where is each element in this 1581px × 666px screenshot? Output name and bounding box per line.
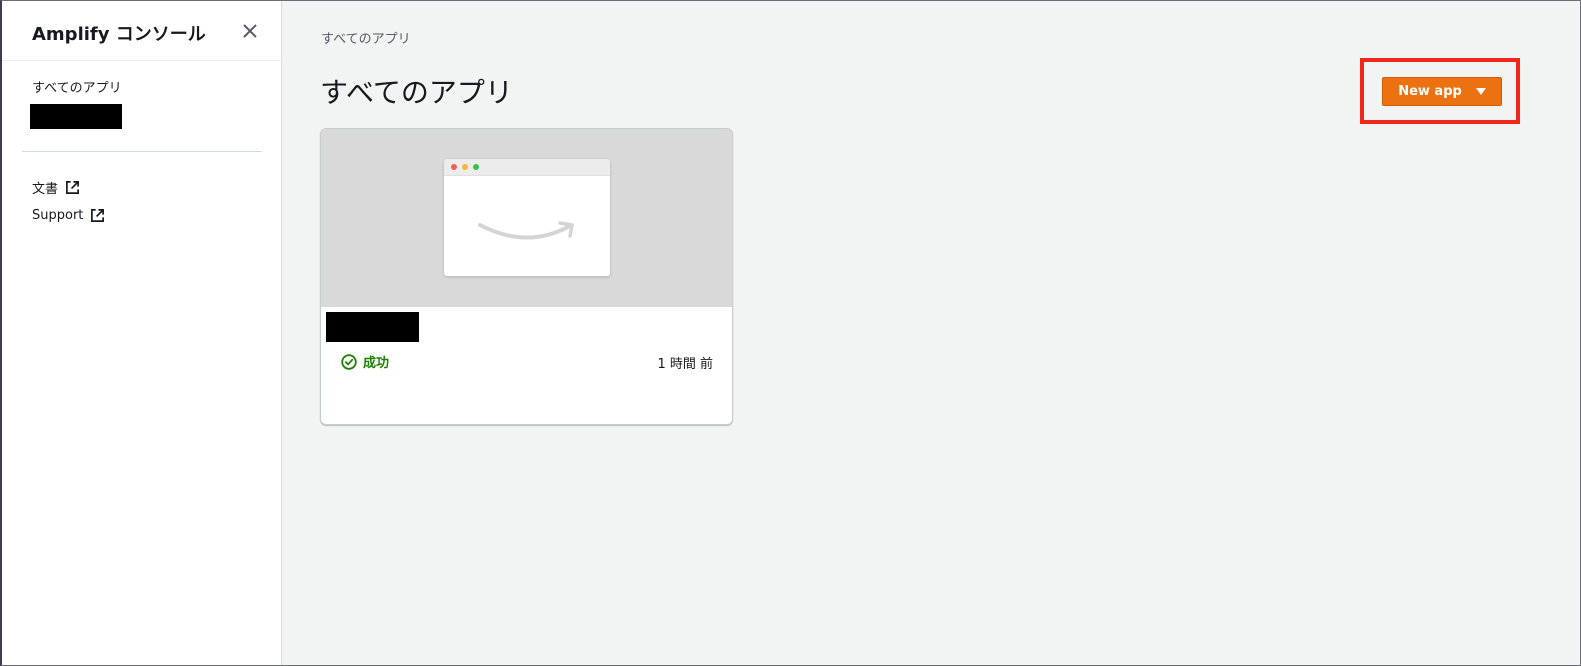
redacted-app-name[interactable] (30, 104, 122, 129)
sidebar-link-support-label: Support (32, 208, 84, 223)
sidebar-link-docs[interactable]: 文書 (32, 178, 80, 197)
new-app-button[interactable]: New app (1382, 77, 1502, 106)
sidebar-link-support[interactable]: Support (32, 208, 105, 223)
status-text: 成功 (363, 356, 390, 371)
sidebar-link-docs-label: 文書 (32, 182, 59, 197)
main-content: すべてのアプリ すべてのアプリ New app 成功 1 時間 前 (282, 1, 1580, 665)
breadcrumb[interactable]: すべてのアプリ (321, 28, 411, 47)
status-badge: 成功 (341, 352, 389, 371)
yellow-dot-icon (462, 164, 468, 170)
close-navigation-button[interactable] (240, 21, 260, 41)
side-navigation: Amplify コンソール すべてのアプリ 文書 Support (2, 1, 282, 665)
green-dot-icon (473, 164, 479, 170)
app-card-preview (321, 129, 732, 307)
browser-titlebar (444, 159, 610, 176)
red-dot-icon (451, 164, 457, 170)
app-window: Amplify コンソール すべてのアプリ 文書 Support すべてのアプリ… (0, 0, 1581, 666)
sidebar-item-all-apps[interactable]: すべてのアプリ (32, 77, 122, 96)
app-card[interactable]: 成功 1 時間 前 (320, 128, 733, 425)
external-link-icon (91, 209, 105, 222)
last-updated-time: 1 時間 前 (657, 357, 713, 372)
close-icon (243, 24, 257, 38)
external-link-icon (66, 181, 79, 194)
new-app-button-label: New app (1398, 84, 1462, 99)
caret-down-icon (1475, 88, 1486, 95)
sidebar-header: Amplify コンソール (2, 1, 282, 61)
browser-window-illustration (444, 159, 610, 276)
amazon-smile-logo (478, 221, 574, 240)
sidebar-title: Amplify コンソール (32, 24, 206, 45)
sidebar-divider (22, 151, 262, 152)
redacted-app-name (326, 312, 419, 342)
page-title: すべてのアプリ (320, 76, 513, 109)
success-check-icon (341, 353, 357, 370)
